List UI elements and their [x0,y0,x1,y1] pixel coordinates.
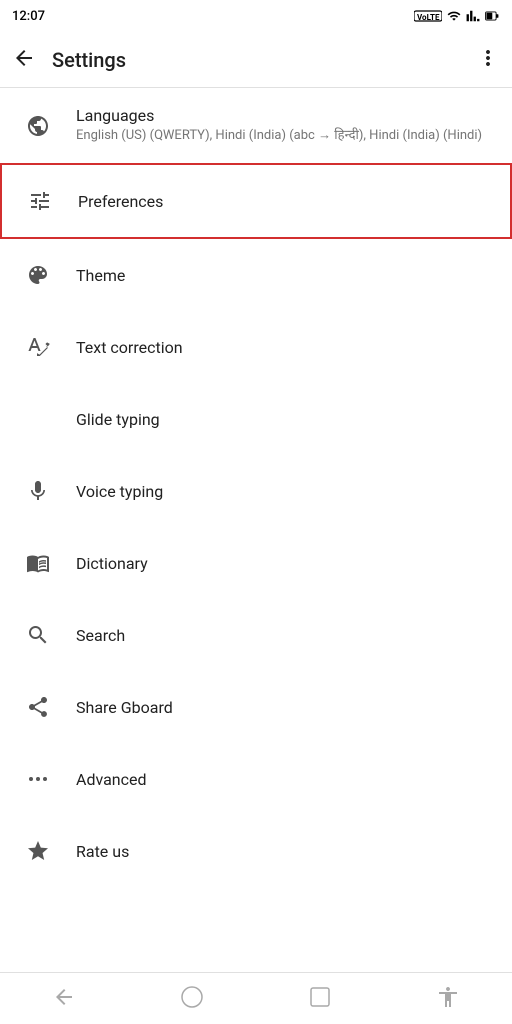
recents-nav-button[interactable] [308,985,332,1013]
signal-icon [466,9,480,23]
menu-item-languages[interactable]: Languages English (US) (QWERTY), Hindi (… [0,88,512,163]
text-correction-label: Text correction [76,338,183,357]
palette-icon [20,257,56,293]
bottom-nav [0,972,512,1024]
dictionary-icon [20,545,56,581]
text-correction-icon [20,329,56,365]
svg-text:VoLTE: VoLTE [417,13,440,22]
languages-label: Languages [76,106,482,125]
share-gboard-label: Share Gboard [76,698,173,717]
home-nav-button[interactable] [180,985,204,1013]
menu-item-voice-typing[interactable]: Voice typing [0,455,512,527]
glide-icon [20,401,56,437]
glide-typing-label: Glide typing [76,410,160,429]
settings-menu: Languages English (US) (QWERTY), Hindi (… [0,88,512,887]
back-nav-button[interactable] [52,985,76,1013]
menu-item-search[interactable]: Search [0,599,512,671]
wifi-icon [446,9,462,23]
languages-subtext: English (US) (QWERTY), Hindi (India) (ab… [76,127,482,145]
advanced-icon [20,761,56,797]
share-icon [20,689,56,725]
advanced-label: Advanced [76,770,147,789]
status-icons: VoLTE [414,9,500,23]
menu-item-preferences[interactable]: Preferences [0,163,512,239]
menu-item-glide-typing[interactable]: Glide typing [0,383,512,455]
menu-item-advanced[interactable]: Advanced [0,743,512,815]
sliders-icon [22,183,58,219]
preferences-label: Preferences [78,192,163,211]
battery-icon [484,9,500,23]
mic-icon [20,473,56,509]
menu-item-theme[interactable]: Theme [0,239,512,311]
volte-icon: VoLTE [414,9,442,23]
dictionary-label: Dictionary [76,554,148,573]
globe-icon [20,108,56,144]
menu-item-text-correction[interactable]: Text correction [0,311,512,383]
status-time: 12:07 [12,9,45,24]
theme-label: Theme [76,266,125,285]
search-icon [20,617,56,653]
rate-us-label: Rate us [76,842,129,861]
accessibility-nav-button[interactable] [436,985,460,1013]
more-options-button[interactable] [476,46,500,74]
menu-item-share-gboard[interactable]: Share Gboard [0,671,512,743]
back-button[interactable] [12,46,36,74]
voice-typing-label: Voice typing [76,482,163,501]
status-bar: 12:07 VoLTE [0,0,512,32]
page-title: Settings [52,48,476,72]
app-header: Settings [0,32,512,88]
search-label: Search [76,626,125,645]
star-icon [20,833,56,869]
menu-item-rate-us[interactable]: Rate us [0,815,512,887]
menu-item-dictionary[interactable]: Dictionary [0,527,512,599]
